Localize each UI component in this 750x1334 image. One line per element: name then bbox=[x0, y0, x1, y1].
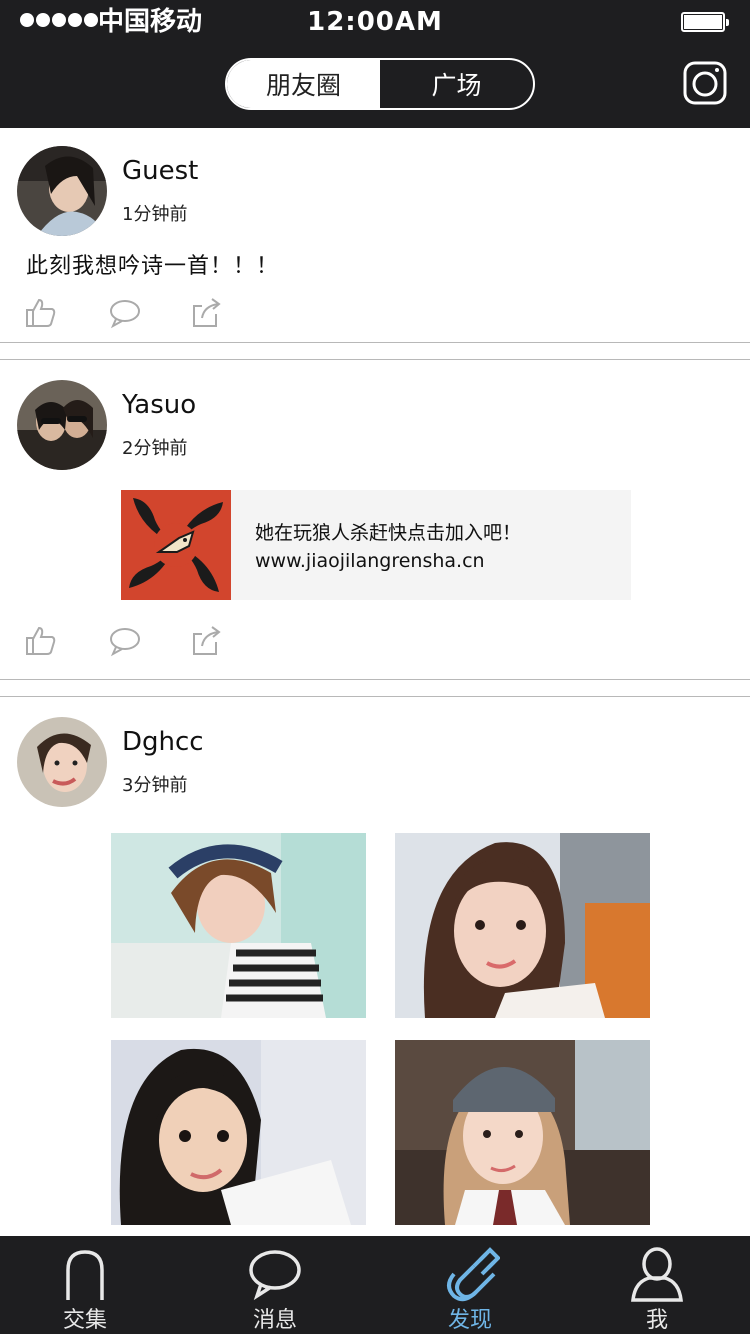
avatar[interactable] bbox=[17, 380, 107, 470]
post-time: 3分钟前 bbox=[122, 775, 188, 796]
post-actions bbox=[24, 624, 234, 658]
like-icon[interactable] bbox=[24, 624, 58, 658]
top-header: 中国移动 12:00AM 朋友圈 广场 bbox=[0, 0, 750, 128]
link-thumbnail bbox=[121, 490, 231, 600]
photo-2[interactable] bbox=[395, 833, 650, 1018]
post-divider bbox=[0, 342, 750, 360]
tab-label: 交集 bbox=[62, 1308, 107, 1333]
feed-segment-control: 朋友圈 广场 bbox=[225, 58, 535, 110]
tab-label: 发现 bbox=[447, 1308, 492, 1333]
photo-1[interactable] bbox=[111, 833, 366, 1018]
tab-moments[interactable]: 朋友圈 bbox=[227, 60, 380, 108]
post-actions bbox=[24, 296, 234, 330]
post-time: 2分钟前 bbox=[122, 438, 188, 459]
status-clock: 12:00AM bbox=[307, 7, 443, 37]
post-username[interactable]: Yasuo bbox=[122, 390, 196, 420]
avatar[interactable] bbox=[17, 717, 107, 807]
post-username[interactable]: Dghcc bbox=[122, 727, 204, 757]
link-url: www.jiaojilangrensha.cn bbox=[255, 550, 485, 572]
magnet-icon bbox=[440, 1246, 501, 1302]
link-card[interactable]: 她在玩狼人杀赶快点击加入吧！ www.jiaojilangrensha.cn bbox=[121, 490, 631, 600]
post-item: Dghcc 3分钟前 bbox=[0, 697, 750, 1236]
post-username[interactable]: Guest bbox=[122, 156, 198, 186]
tab-messages[interactable]: 消息 bbox=[215, 1236, 335, 1334]
comment-icon[interactable] bbox=[108, 624, 142, 658]
tab-label: 消息 bbox=[252, 1308, 297, 1333]
post-item: Yasuo 2分钟前 她在玩狼人杀赶快点击加入吧！ www.jiaojilang… bbox=[0, 360, 750, 680]
tab-label: 我 bbox=[645, 1308, 668, 1333]
status-bar: 中国移动 12:00AM bbox=[0, 0, 750, 44]
comment-icon[interactable] bbox=[108, 296, 142, 330]
photo-4[interactable] bbox=[395, 1040, 650, 1225]
post-time: 1分钟前 bbox=[122, 204, 188, 225]
photo-3[interactable] bbox=[111, 1040, 366, 1225]
share-icon[interactable] bbox=[190, 624, 224, 658]
post-item: Guest 1分钟前 此刻我想吟诗一首！！！ bbox=[0, 128, 750, 342]
tab-jiaoji[interactable]: 交集 bbox=[25, 1236, 145, 1334]
tab-discover[interactable]: 发现 bbox=[410, 1236, 530, 1334]
share-icon[interactable] bbox=[190, 296, 224, 330]
camera-icon[interactable] bbox=[683, 61, 727, 105]
chat-bubble-icon bbox=[245, 1246, 305, 1302]
tab-square[interactable]: 广场 bbox=[380, 60, 533, 108]
link-title: 她在玩狼人杀赶快点击加入吧！ bbox=[255, 522, 522, 544]
post-text: 此刻我想吟诗一首！！！ bbox=[26, 254, 280, 279]
like-icon[interactable] bbox=[24, 296, 58, 330]
battery-icon bbox=[681, 12, 729, 32]
post-divider bbox=[0, 679, 750, 697]
arch-icon bbox=[55, 1246, 115, 1302]
tab-me[interactable]: 我 bbox=[597, 1236, 717, 1334]
avatar[interactable] bbox=[17, 146, 107, 236]
feed-list: Guest 1分钟前 此刻我想吟诗一首！！！ Yasuo 2分钟前 她在玩狼人杀… bbox=[0, 128, 750, 1236]
bottom-tab-bar: 交集 消息 发现 我 bbox=[0, 1236, 750, 1334]
person-icon bbox=[627, 1246, 687, 1302]
